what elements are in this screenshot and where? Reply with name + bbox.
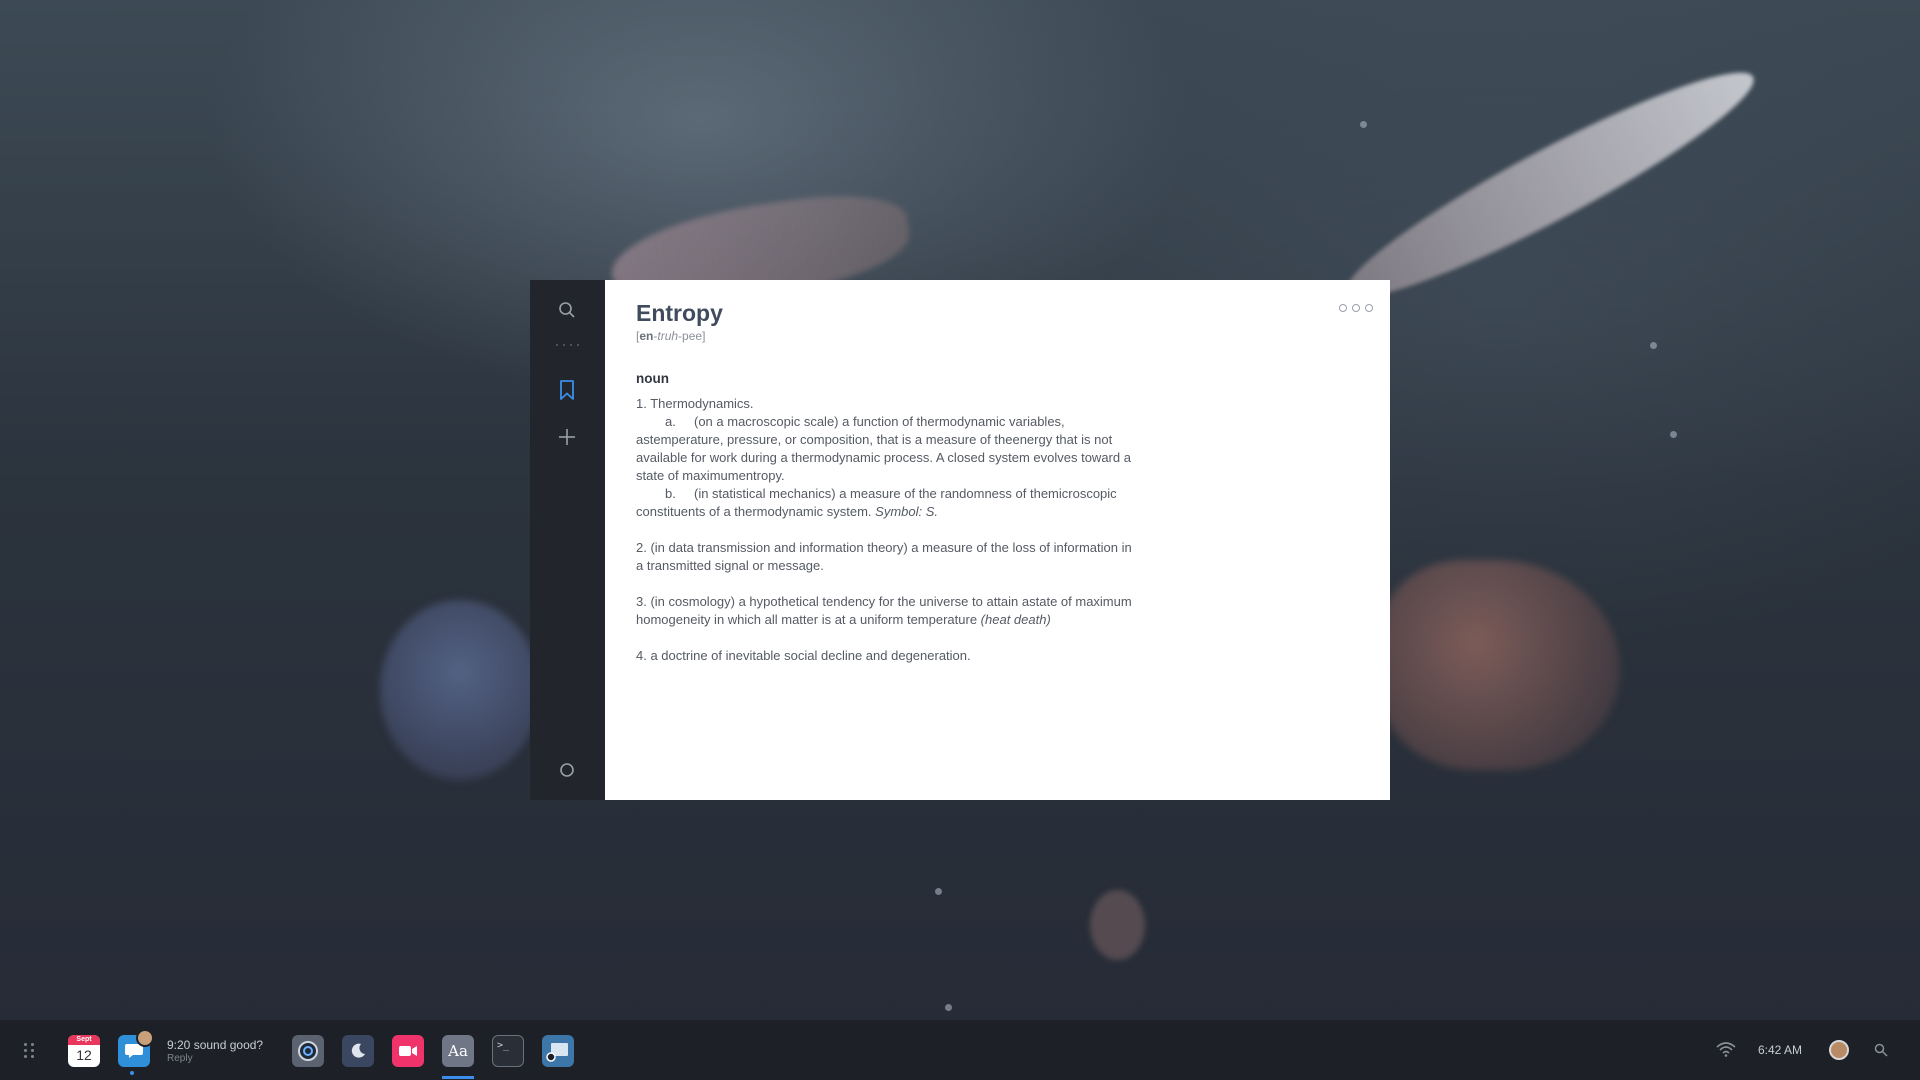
sense-1b: b. (in statistical mechanics) a measure o… (636, 485, 1136, 521)
notification-message: 9:20 sound good? (167, 1038, 264, 1052)
sense-label: b. (665, 486, 676, 501)
part-of-speech: noun (636, 371, 669, 386)
wallpaper-shape (380, 600, 540, 780)
window-controls[interactable] (1339, 304, 1373, 312)
sense-text: (on a macroscopic scale) a function of t… (636, 414, 1131, 483)
wallpaper-dot (935, 888, 942, 895)
search-button[interactable] (547, 290, 587, 330)
app-grid-icon[interactable] (24, 1043, 35, 1058)
circle-icon (560, 763, 574, 777)
sense-1-title: 1. Thermodynamics. (636, 396, 754, 411)
dictionary-sidebar (530, 280, 605, 800)
screenshot-app[interactable] (542, 1035, 574, 1067)
sense-3: 3. (in cosmology) a hypothetical tendenc… (636, 593, 1136, 629)
window-dot[interactable] (1352, 304, 1360, 312)
bookmark-icon (560, 380, 574, 400)
search-icon (1874, 1043, 1888, 1057)
calendar-day: 12 (76, 1047, 92, 1063)
wallpaper-dot (1650, 342, 1657, 349)
video-app[interactable] (392, 1035, 424, 1067)
dictionary-app[interactable]: Aa (442, 1035, 474, 1067)
wifi-icon (1716, 1042, 1736, 1057)
clock[interactable]: 6:42 AM (1758, 1043, 1802, 1057)
word-title: Entropy (636, 300, 723, 326)
wallpaper-shape (1380, 560, 1620, 770)
status-button[interactable] (547, 750, 587, 790)
terminal-app[interactable]: >_ (492, 1035, 524, 1067)
sense-note: (heat death) (980, 612, 1051, 627)
notification[interactable]: 9:20 sound good? Reply (167, 1038, 263, 1065)
sense-symbol: Symbol: S. (875, 504, 939, 519)
plus-icon (559, 429, 575, 445)
sense-4: 4. a doctrine of inevitable social decli… (636, 648, 971, 663)
pronunciation-syllable: pee (682, 329, 703, 343)
wallpaper-dot (1360, 121, 1367, 128)
search-icon (559, 302, 575, 318)
browser-app[interactable] (292, 1035, 324, 1067)
definition-card: Entropy [en-truh-pee] noun 1. Thermodyna… (605, 280, 1390, 800)
running-indicator (130, 1071, 134, 1075)
calendar-month: Sept (68, 1035, 100, 1045)
sidebar-separator (547, 335, 587, 355)
night-app[interactable] (342, 1035, 374, 1067)
sense-1a: a. (on a macroscopic scale) a function of… (636, 413, 1136, 485)
screenshot-icon (546, 1043, 568, 1062)
wallpaper-dot (945, 1004, 952, 1011)
notification-reply-link[interactable]: Reply (167, 1052, 263, 1065)
definition-body: noun 1. Thermodynamics. a. (on a macrosco… (636, 370, 1136, 665)
user-avatar[interactable] (1829, 1040, 1849, 1060)
tray-search-button[interactable] (1874, 1043, 1888, 1062)
wifi-button[interactable] (1716, 1041, 1736, 1062)
taskbar (0, 1020, 1920, 1080)
video-camera-icon (399, 1046, 417, 1056)
pronunciation-stressed: en (639, 329, 654, 343)
sense-label: a. (665, 414, 676, 429)
pronunciation-syllable: truh (657, 329, 679, 343)
moon-icon (351, 1043, 365, 1058)
add-button[interactable] (547, 417, 587, 457)
wallpaper-shape (1330, 46, 1770, 324)
window-dot[interactable] (1365, 304, 1373, 312)
avatar (136, 1029, 154, 1047)
pronunciation: [en-truh-pee] (636, 329, 706, 343)
wallpaper-shape (1090, 890, 1145, 960)
bookmark-button[interactable] (547, 370, 587, 410)
wallpaper-dot (1670, 431, 1677, 438)
sense-2: 2. (in data transmission and information… (636, 540, 1132, 573)
window-dot[interactable] (1339, 304, 1347, 312)
calendar-app[interactable]: Sept 12 (68, 1035, 100, 1067)
compass-icon (298, 1041, 318, 1061)
active-app-indicator (442, 1076, 474, 1079)
sense-text: 3. (in cosmology) a hypothetical tendenc… (636, 594, 1132, 627)
